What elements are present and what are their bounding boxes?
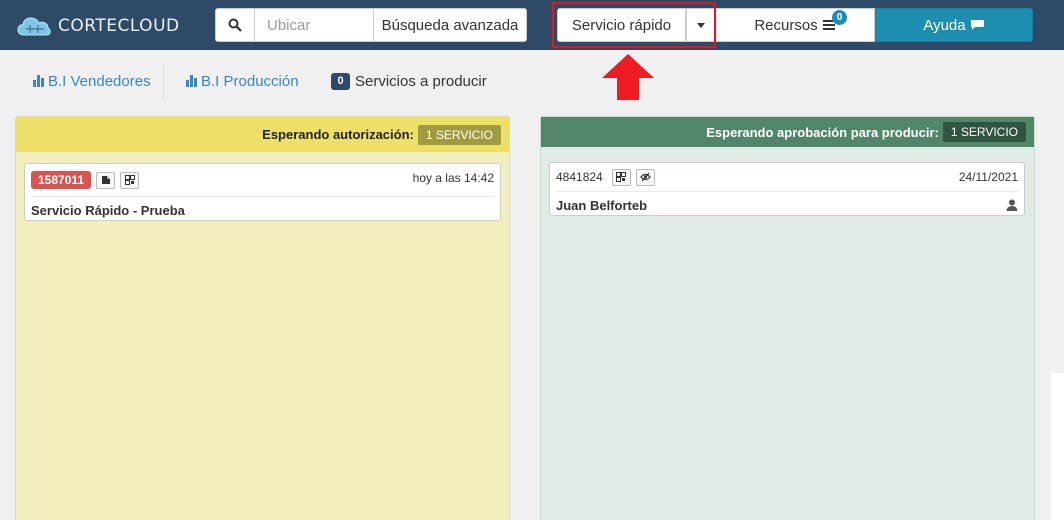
cloud-logo-icon [17, 17, 51, 36]
column-header: Esperando aprobación para producir: 1 SE… [541, 117, 1034, 147]
search-icon [228, 18, 242, 32]
document-icon [101, 176, 110, 184]
order-number[interactable]: 4841824 [556, 170, 603, 184]
column-count-badge: 1 SERVICIO [942, 122, 1026, 142]
advanced-search-button[interactable]: Búsqueda avanzada [374, 8, 527, 42]
eye-slash-icon-button[interactable] [635, 168, 655, 186]
qrcode-icon [616, 172, 627, 182]
tab-services-to-produce[interactable]: 0 Servicios a producir [331, 60, 487, 102]
column-count-badge: 1 SERVICIO [417, 124, 501, 145]
card-title-row: Juan Belforteb [550, 192, 1024, 218]
help-button[interactable]: Ayuda [875, 8, 1033, 42]
highlight-annotation-box [552, 2, 716, 48]
search-button[interactable] [215, 8, 255, 42]
services-count-badge: 0 [331, 72, 350, 90]
tab-services-label: Servicios a producir [355, 72, 487, 90]
brand-name: CORTECLOUD [58, 16, 180, 36]
order-number-badge[interactable]: 1587011 [31, 171, 92, 189]
qrcode-icon-button[interactable] [611, 168, 631, 186]
search-group: Búsqueda avanzada [215, 8, 527, 42]
column-awaiting-approval: Esperando aprobación para producir: 1 SE… [540, 116, 1035, 520]
chat-bubble-icon [970, 20, 984, 30]
eye-slash-icon [639, 172, 651, 182]
card-header: 1587011 hoy a las 14:42 [25, 164, 500, 196]
column-title: Esperando aprobación para producir: [706, 124, 939, 140]
column-title: Esperando autorización: [262, 127, 414, 142]
document-icon-button[interactable] [96, 171, 116, 189]
service-card[interactable]: 4841824 24/11/2021 Juan Belforteb [549, 162, 1025, 216]
resources-label: Recursos [754, 16, 818, 34]
tab-bi-production[interactable]: B.I Producción [186, 60, 299, 102]
service-card[interactable]: 1587011 hoy a las 14:42 Servicio Rápido … [24, 163, 501, 221]
scroll-area-edge [1051, 373, 1064, 520]
bar-chart-icon [186, 75, 197, 87]
column-awaiting-authorization: Esperando autorización: 1 SERVICIO 15870… [15, 116, 510, 520]
view-tabs: B.I Vendedores B.I Producción 0 Servicio… [0, 60, 1064, 102]
bar-chart-icon [33, 75, 44, 87]
column-header: Esperando autorización: 1 SERVICIO [16, 117, 509, 152]
card-header: 4841824 24/11/2021 [550, 163, 1024, 191]
user-icon[interactable] [1006, 199, 1018, 211]
brand-logo[interactable]: CORTECLOUD [16, 13, 180, 39]
qrcode-icon-button[interactable] [120, 171, 140, 189]
card-title: Servicio Rápido - Prueba [31, 202, 185, 218]
tab-bi-production-label: B.I Producción [201, 72, 299, 90]
qrcode-icon [124, 175, 135, 185]
card-timestamp: hoy a las 14:42 [412, 171, 494, 185]
card-title: Juan Belforteb [556, 197, 648, 213]
resources-count-badge: 0 [832, 10, 847, 25]
top-navbar: CORTECLOUD Búsqueda avanzada Servicio rá… [0, 0, 1064, 50]
resources-button[interactable]: Recursos 0 [715, 8, 875, 42]
help-label: Ayuda [923, 16, 966, 34]
card-date: 24/11/2021 [958, 170, 1018, 184]
tab-divider [163, 64, 164, 100]
tab-bi-sellers-label: B.I Vendedores [48, 72, 151, 90]
tab-bi-sellers[interactable]: B.I Vendedores [33, 60, 151, 102]
search-input[interactable] [255, 8, 374, 42]
